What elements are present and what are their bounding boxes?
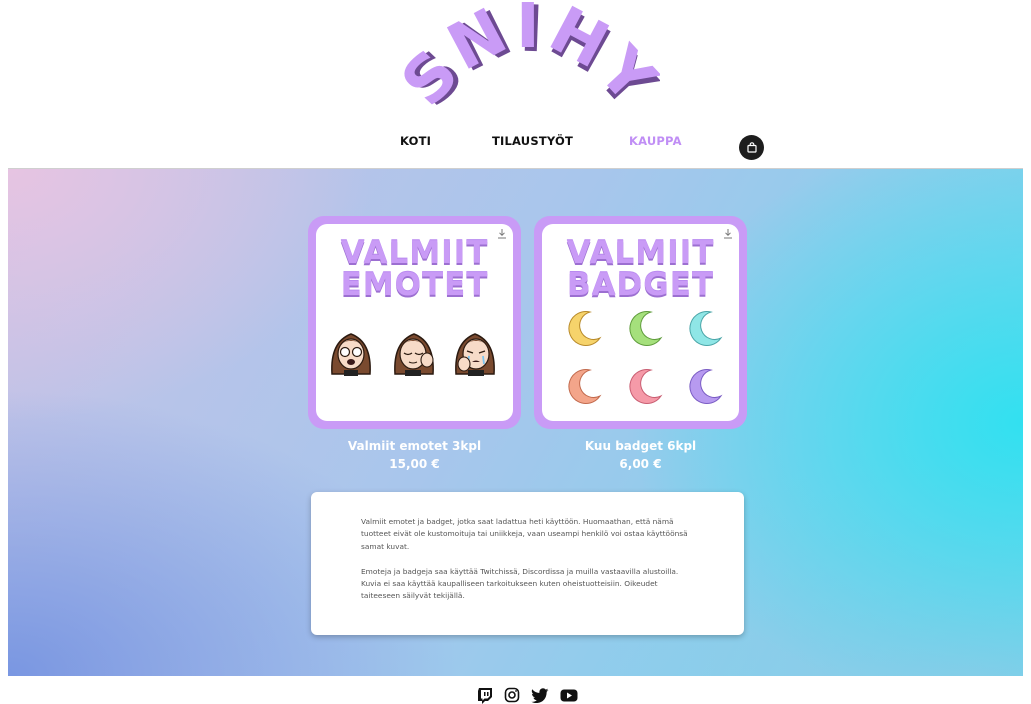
moon-badge-cyan-icon [689, 311, 723, 346]
product-image-badges: VALMIIT BADGET [542, 224, 739, 421]
product-card-badges[interactable]: VALMIIT BADGET [534, 216, 747, 429]
product-name-emotes[interactable]: Valmiit emotet 3kpl [308, 439, 521, 453]
moon-badge-pink-icon [629, 369, 663, 404]
cart-button[interactable] [739, 135, 764, 160]
svg-text:SNIHY: SNIHY [400, 2, 660, 121]
instagram-link[interactable] [503, 686, 521, 704]
main-nav: KOTI TILAUSTYÖT KAUPPA [0, 134, 1031, 154]
description-paragraph-1: Valmiit emotet ja badget, jotka saat lad… [361, 517, 688, 551]
product-title-line1: VALMIIT [566, 235, 715, 271]
product-name-badges[interactable]: Kuu badget 6kpl [534, 439, 747, 453]
emote-shocked-icon [331, 333, 371, 376]
youtube-link[interactable] [559, 686, 579, 704]
youtube-icon [560, 689, 578, 701]
nav-koti[interactable]: KOTI [400, 134, 431, 148]
shopping-bag-icon [746, 142, 757, 153]
twitter-link[interactable] [530, 686, 550, 704]
emote-crying-icon [455, 333, 495, 376]
moon-badge-green-icon [629, 311, 663, 346]
product-price-emotes: 15,00 € [389, 457, 440, 471]
emote-wave-icon [394, 333, 434, 376]
moon-badge-orange-icon [568, 369, 602, 404]
nav-kauppa[interactable]: KAUPPA [629, 134, 682, 148]
twitch-icon [478, 687, 492, 704]
nav-tilaustyot[interactable]: TILAUSTYÖT [492, 134, 573, 148]
snihy-logo[interactable]: SNIHY SNIHY [400, 2, 660, 122]
product-title-line1: VALMIIT [340, 235, 489, 271]
product-title-line2: EMOTET [340, 267, 489, 303]
product-card-emotes[interactable]: VALMIIT EMOTET [308, 216, 521, 429]
shop-section: VALMIIT EMOTET Valmiit emotet 3kpl 15,00… [8, 169, 1023, 676]
site-header: SNIHY SNIHY KOTI TILAUSTYÖT KAUPPA [0, 0, 1031, 169]
description-box: Valmiit emotet ja badget, jotka saat lad… [311, 492, 744, 635]
product-title-line2: BADGET [566, 267, 715, 303]
moon-badge-yellow-icon [568, 311, 602, 346]
description-paragraph-2: Emoteja ja badgeja saa käyttää Twitchiss… [361, 566, 679, 601]
twitter-icon [531, 687, 549, 703]
product-image-emotes: VALMIIT EMOTET [316, 224, 513, 421]
moon-badge-purple-icon [689, 369, 723, 404]
twitch-link[interactable] [476, 686, 494, 704]
product-price-badges: 6,00 € [619, 457, 662, 471]
instagram-icon [504, 687, 520, 703]
